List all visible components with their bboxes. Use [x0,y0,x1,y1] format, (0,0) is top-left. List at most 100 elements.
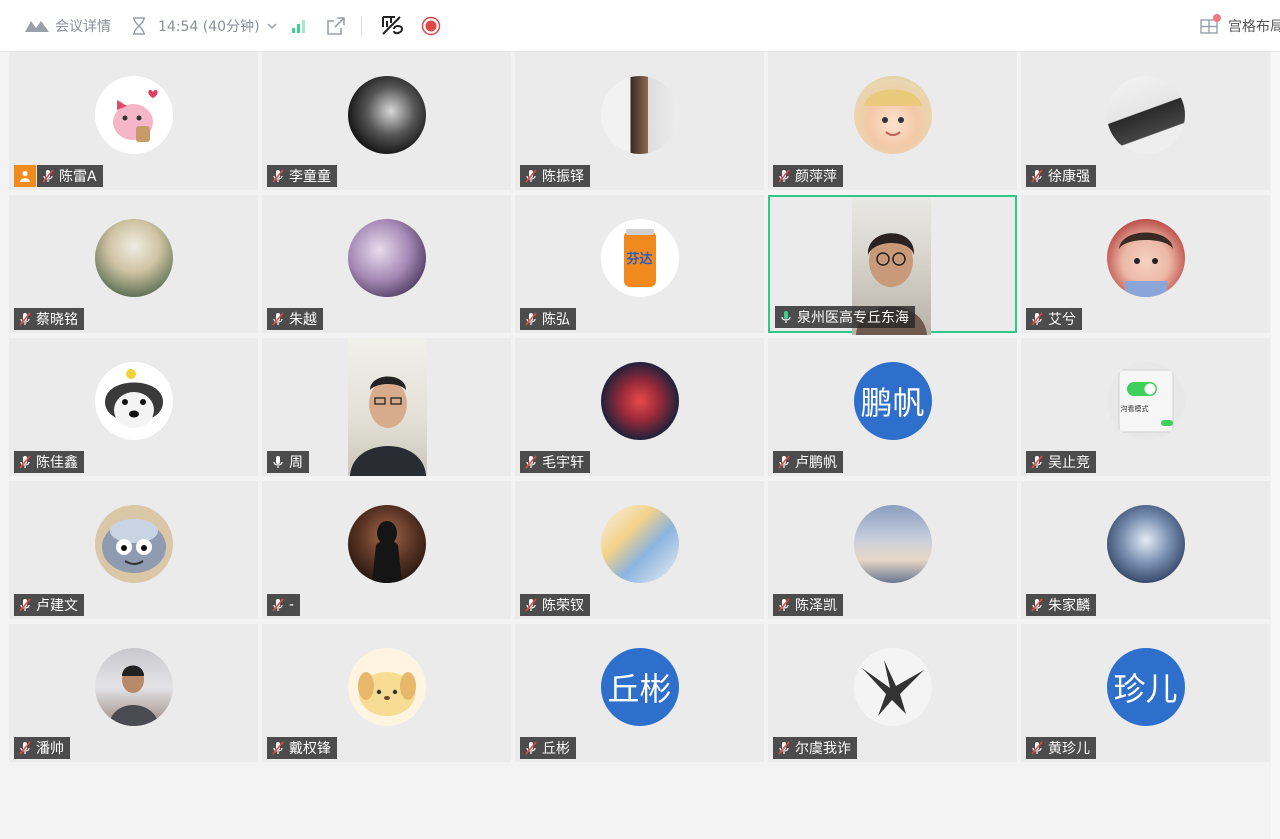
mic-muted-icon [272,598,284,612]
participant-nametag: 陈弘 [520,308,576,330]
participant-nametag: 周 [267,451,309,473]
share-external-icon[interactable] [326,0,346,52]
anime-sketch-avatar [1106,76,1185,154]
monster-avatar [94,505,173,583]
participant-nametag: 尔虞我诈 [773,737,857,759]
mic-muted-icon [19,312,31,326]
annotation-off-icon[interactable] [380,0,404,52]
illustration-avatar [600,505,679,583]
participant-name: 颜萍萍 [795,169,837,185]
meeting-details-label: 会议详情 [55,19,111,35]
participant-tile[interactable]: 蔡晓铭 [9,195,258,333]
participant-name: 泉州医高专丘东海 [797,310,909,326]
participant-tile[interactable]: 徐康强 [1021,52,1270,190]
mic-muted-icon [525,741,537,755]
participant-nametag: 李童童 [267,165,337,187]
mic-muted-icon [778,455,790,469]
participant-tile[interactable]: 陈振铎 [515,52,764,190]
participant-name: 陈雷A [59,169,97,185]
child-photo-avatar [853,76,932,154]
text-avatar: 鹏帆 [853,362,932,440]
man-photo-avatar [94,648,173,726]
participant-name: 周 [289,455,303,471]
notification-dot [1213,14,1221,22]
participant-name: 朱家麟 [1048,598,1090,614]
anime-blue-avatar [1106,505,1185,583]
participant-nametag: 黄珍儿 [1026,737,1096,759]
participant-nametag: 陈佳鑫 [14,451,84,473]
participant-name: 陈泽凯 [795,598,837,614]
participant-tile[interactable]: 陈荣钗 [515,481,764,619]
meeting-logo-icon [25,21,49,32]
participant-nametag: 陈雷A [14,165,103,187]
participant-nametag: 卢鹏帆 [773,451,843,473]
participant-tile[interactable]: 珍儿 黄珍儿 [1021,624,1270,762]
mic-muted-icon [272,741,284,755]
participant-tile[interactable]: 朱越 [262,195,511,333]
dog-avatar [94,362,173,440]
mic-muted-icon [1031,741,1043,755]
sky-avatar [853,505,932,583]
participant-tile[interactable]: 颜萍萍 [768,52,1017,190]
mic-muted-icon [1031,598,1043,612]
participant-tile[interactable]: 潘帅 [9,624,258,762]
mic-speaking-icon [781,311,791,323]
participant-name: 毛宇轩 [542,455,584,471]
participant-tile[interactable]: 卢建文 [9,481,258,619]
mic-muted-icon [19,455,31,469]
participant-video [348,338,427,476]
participant-name: - [289,597,295,613]
participant-nametag: 颜萍萍 [773,165,843,187]
record-icon [421,16,441,36]
participant-name: 陈荣钗 [542,598,584,614]
meeting-time-button[interactable]: 14:54 (40分钟) [131,0,278,52]
participant-name: 戴权锋 [289,741,331,757]
chevron-down-icon [267,23,277,30]
mic-muted-icon [42,169,54,183]
participant-tile[interactable]: 周 [262,338,511,476]
mic-muted-icon [1031,455,1043,469]
participant-nametag: 吴止竞 [1026,451,1096,473]
active-speaker-tile[interactable]: 泉州医高专丘东海 [768,195,1017,335]
participant-name: 李童童 [289,169,331,185]
ink-portrait-avatar [347,76,426,154]
participant-tile[interactable]: 李童童 [262,52,511,190]
meeting-details-button[interactable]: 会议详情 [24,0,111,52]
mic-on-icon [273,456,283,468]
participant-tile[interactable]: 沟看模式 吴止竞 [1021,338,1270,476]
mic-muted-icon [1031,169,1043,183]
participant-tile[interactable]: 毛宇轩 [515,338,764,476]
layout-switch-button[interactable]: 宫格布局 [1200,0,1280,52]
layout-label: 宫格布局 [1228,19,1280,35]
meeting-time: 14:54 (40分钟) [158,19,260,35]
hourglass-icon [133,17,145,35]
participant-tile[interactable]: 陈佳鑫 [9,338,258,476]
participant-tile[interactable]: 陈泽凯 [768,481,1017,619]
participant-nametag: 毛宇轩 [520,451,590,473]
participant-name: 蔡晓铭 [36,312,78,328]
participant-tile[interactable]: 戴权锋 [262,624,511,762]
right-edge [1271,52,1280,839]
mic-muted-icon [19,741,31,755]
mic-muted-icon [525,455,537,469]
network-signal-icon[interactable] [291,0,307,52]
participant-tile[interactable]: 尔虞我诈 [768,624,1017,762]
participant-tile[interactable]: 朱家麟 [1021,481,1270,619]
participant-name: 潘帅 [36,741,64,757]
participant-nametag: 蔡晓铭 [14,308,84,330]
mic-muted-icon [778,598,790,612]
participant-tile[interactable]: - [262,481,511,619]
participant-tile[interactable]: 陈雷A [9,52,258,190]
pompompurin-avatar [347,648,426,726]
eagle-avatar [853,648,932,726]
participant-name: 陈振铎 [542,169,584,185]
participant-tile[interactable]: 芬达 陈弘 [515,195,764,333]
participant-nametag: 陈荣钗 [520,594,590,616]
anime-girl-avatar [600,362,679,440]
participant-tile[interactable]: 丘彬 丘彬 [515,624,764,762]
record-button[interactable] [421,0,441,52]
participant-tile[interactable]: 鹏帆 卢鹏帆 [768,338,1017,476]
participant-name: 黄珍儿 [1048,741,1090,757]
participant-nametag: 卢建文 [14,594,84,616]
participant-tile[interactable]: 艾兮 [1021,195,1270,333]
